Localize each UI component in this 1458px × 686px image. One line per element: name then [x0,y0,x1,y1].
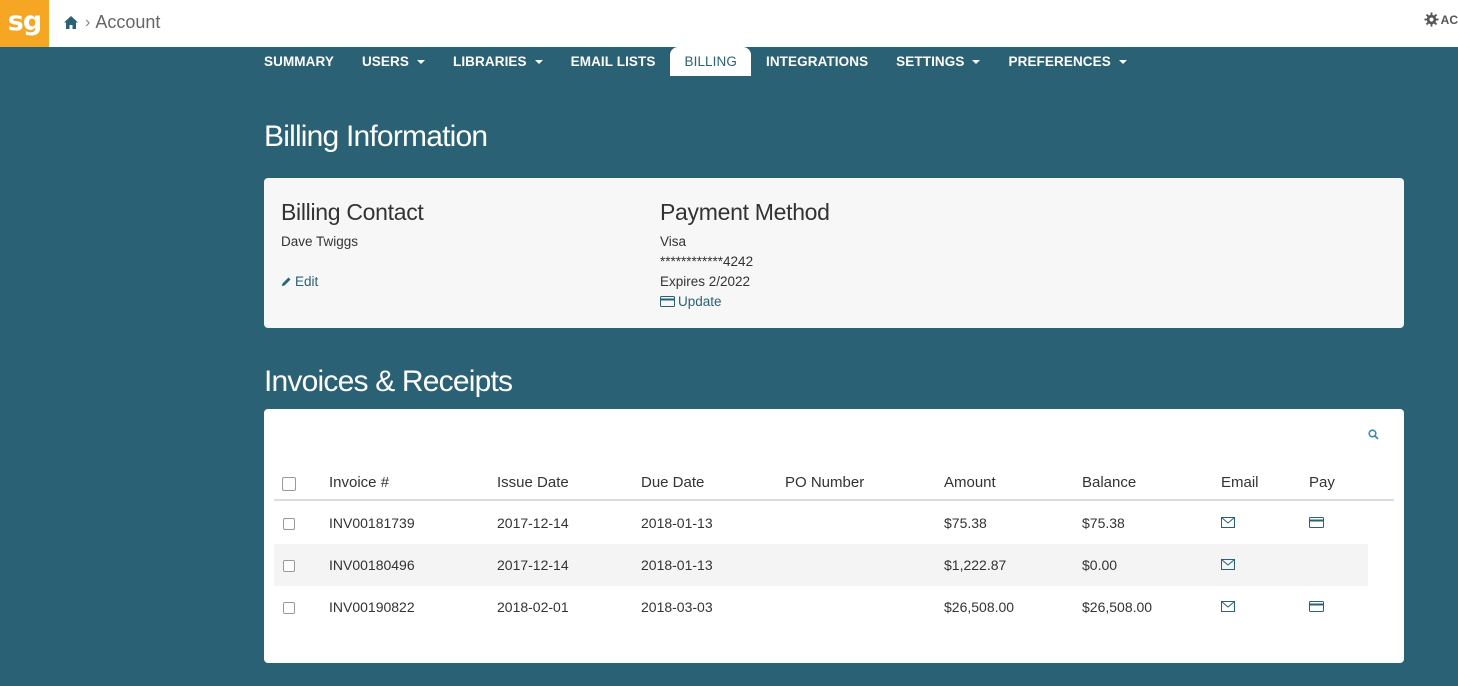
due-date: 2018-01-13 [641,557,713,573]
due-date: 2018-03-03 [641,599,713,615]
col-email: Email [1221,474,1259,491]
tab-users[interactable]: USERS [348,47,439,76]
credit-card-icon[interactable] [1309,517,1324,528]
col-pay: Pay [1309,474,1335,491]
tab-libraries[interactable]: LIBRARIES [439,47,557,76]
top-bar: sg › Account AC [0,0,1458,47]
table-row: INV00180496 2017-12-14 2018-01-13 $1,222… [274,544,1368,586]
update-payment-link[interactable]: Update [660,294,722,309]
breadcrumb: › Account [63,0,160,45]
search-icon[interactable] [1368,429,1379,440]
col-due-date[interactable]: Due Date [641,474,704,491]
invoice-link[interactable]: INV00180496 [329,557,415,573]
tab-settings[interactable]: SETTINGS [882,47,994,76]
col-amount[interactable]: Amount [944,474,996,491]
amount: $75.38 [944,515,987,531]
tab-summary[interactable]: SUMMARY [250,47,348,76]
amount: $26,508.00 [944,599,1015,615]
table-header: Invoice # Issue Date Due Date PO Number … [274,469,1394,501]
edit-contact-link[interactable]: Edit [281,274,318,289]
issue-date: 2017-12-14 [497,557,569,573]
app-logo[interactable]: sg [0,0,49,47]
balance: $26,508.00 [1082,599,1153,615]
billing-panel: Billing Contact Dave Twiggs Edit Payment… [264,178,1404,328]
billing-contact-title: Billing Contact [281,199,424,225]
col-balance[interactable]: Balance [1082,474,1136,491]
balance: $75.38 [1082,515,1125,531]
row-checkbox[interactable] [283,602,295,614]
select-all-checkbox[interactable] [282,477,296,491]
gear-icon [1424,12,1439,27]
envelope-icon[interactable] [1221,601,1235,612]
invoice-link[interactable]: INV00181739 [329,515,415,531]
credit-card-icon[interactable] [1309,601,1324,612]
amount: $1,222.87 [944,557,1007,573]
credit-card-icon [660,296,675,307]
main-nav: SUMMARY USERS LIBRARIES EMAIL LISTS BILL… [250,47,1141,76]
invoices-panel: Invoice # Issue Date Due Date PO Number … [264,409,1404,663]
row-checkbox[interactable] [283,560,295,572]
table-row: INV00181739 2017-12-14 2018-01-13 $75.38… [274,502,1368,544]
caret-down-icon [1118,59,1127,64]
tab-preferences[interactable]: PREFERENCES [994,47,1140,76]
account-menu[interactable]: AC [1424,12,1458,27]
envelope-icon[interactable] [1221,559,1235,570]
invoices-heading: Invoices & Receipts [264,365,513,398]
row-checkbox[interactable] [283,518,295,530]
breadcrumb-current: Account [95,12,161,32]
tab-billing[interactable]: BILLING [670,47,751,76]
breadcrumb-separator: › [85,13,91,31]
col-po-number[interactable]: PO Number [785,474,864,491]
due-date: 2018-01-13 [641,515,713,531]
home-icon[interactable] [63,15,79,30]
issue-date: 2017-12-14 [497,515,569,531]
table-row: INV00190822 2018-02-01 2018-03-03 $26,50… [274,586,1368,628]
envelope-icon[interactable] [1221,517,1235,528]
pencil-icon [282,277,291,286]
billing-contact-name: Dave Twiggs [281,234,359,249]
payment-method-title: Payment Method [660,199,830,225]
account-menu-label: AC [1440,12,1458,27]
card-number: ************4242 [660,254,754,269]
tab-email-lists[interactable]: EMAIL LISTS [557,47,670,76]
caret-down-icon [972,59,981,64]
balance: $0.00 [1082,557,1118,573]
issue-date: 2018-02-01 [497,599,569,615]
invoice-link[interactable]: INV00190822 [329,599,415,615]
caret-down-icon [416,59,425,64]
col-invoice[interactable]: Invoice # [329,474,389,491]
tab-integrations[interactable]: INTEGRATIONS [752,47,882,76]
billing-heading: Billing Information [264,120,488,153]
col-issue-date[interactable]: Issue Date [497,474,569,491]
card-expiry: Expires 2/2022 [660,274,751,289]
caret-down-icon [534,59,543,64]
card-type: Visa [660,234,687,249]
